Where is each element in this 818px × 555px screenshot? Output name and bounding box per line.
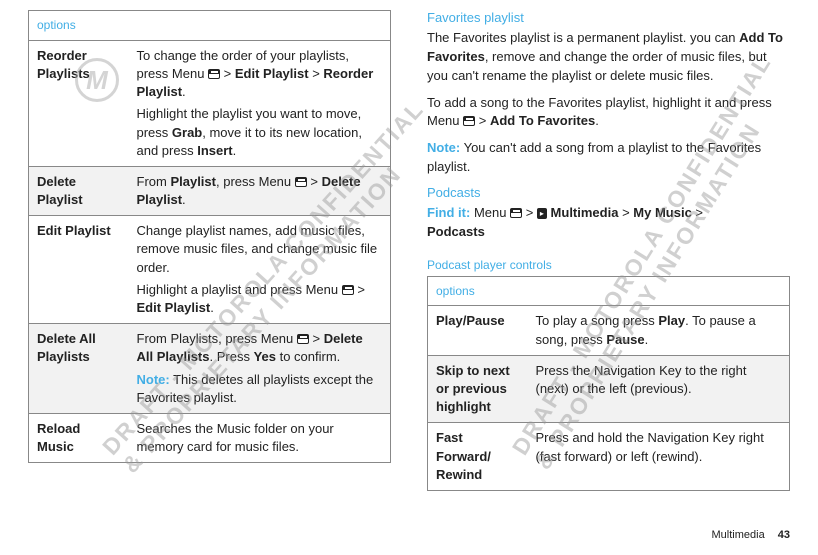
rowname: Delete Playlist (29, 166, 129, 215)
rowdesc: From Playlists, press Menu > Delete All … (129, 324, 391, 414)
menu-icon (208, 69, 220, 79)
multimedia-icon: ▸ (537, 208, 547, 219)
page-number: 43 (778, 529, 790, 541)
menu-icon (510, 208, 522, 218)
row-reload-music: Reload Music Searches the Music folder o… (29, 413, 391, 462)
row-edit-playlist: Edit Playlist Change playlist names, add… (29, 216, 391, 324)
podcast-controls-heading: Podcast player controls (427, 258, 790, 272)
rowdesc: From Playlist, press Menu > Delete Playl… (129, 166, 391, 215)
rowname: Delete All Playlists (29, 324, 129, 414)
menu-icon (342, 285, 354, 295)
findit-line: Find it: Menu > ▸ Multimedia > My Music … (427, 204, 790, 242)
footer-label: Multimedia (712, 529, 765, 541)
podcasts-heading: Podcasts (427, 185, 790, 200)
row-reorder-playlists: Reorder Playlists To change the order of… (29, 40, 391, 166)
rowdesc: Change playlist names, add music files, … (129, 216, 391, 324)
row-skip: Skip to next or previous highlight Press… (428, 355, 790, 423)
rowdesc: To play a song press Play. To pause a so… (528, 306, 790, 355)
favorites-p2: To add a song to the Favorites playlist,… (427, 94, 790, 132)
row-delete-all-playlists: Delete All Playlists From Playlists, pre… (29, 324, 391, 414)
left-options-table: options Reorder Playlists To change the … (28, 10, 391, 463)
right-column: Favorites playlist The Favorites playlis… (427, 10, 790, 515)
menu-icon (463, 116, 475, 126)
rowdesc: To change the order of your playlists, p… (129, 40, 391, 166)
options-header-row: options (428, 276, 790, 306)
row-ff-rewind: Fast Forward/ Rewind Press and hold the … (428, 423, 790, 491)
rowname: Skip to next or previous highlight (428, 355, 528, 423)
favorites-heading: Favorites playlist (427, 10, 790, 25)
options-label: options (29, 11, 391, 41)
rowname: Reorder Playlists (29, 40, 129, 166)
rowname: Fast Forward/ Rewind (428, 423, 528, 491)
favorites-note: Note: You can't add a song from a playli… (427, 139, 790, 177)
row-delete-playlist: Delete Playlist From Playlist, press Men… (29, 166, 391, 215)
favorites-p1: The Favorites playlist is a permanent pl… (427, 29, 790, 86)
page-footer: Multimedia 43 (712, 529, 791, 541)
left-column: options Reorder Playlists To change the … (28, 10, 391, 515)
row-play-pause: Play/Pause To play a song press Play. To… (428, 306, 790, 355)
rowdesc: Searches the Music folder on your memory… (129, 413, 391, 462)
options-label: options (428, 276, 790, 306)
menu-icon (295, 177, 307, 187)
rowname: Edit Playlist (29, 216, 129, 324)
options-header-row: options (29, 11, 391, 41)
rowname: Play/Pause (428, 306, 528, 355)
rowdesc: Press the Navigation Key to the right (n… (528, 355, 790, 423)
menu-icon (297, 334, 309, 344)
right-options-table: options Play/Pause To play a song press … (427, 276, 790, 491)
page-container: options Reorder Playlists To change the … (28, 10, 790, 515)
rowname: Reload Music (29, 413, 129, 462)
rowdesc: Press and hold the Navigation Key right … (528, 423, 790, 491)
